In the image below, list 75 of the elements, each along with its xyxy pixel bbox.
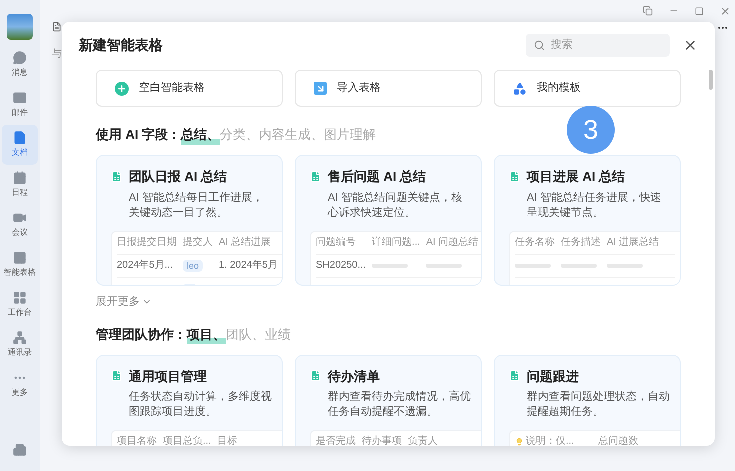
template-card[interactable]: 售后问题 AI 总结 AI 智能总结问题关键点，核心诉求快速定位。 问题编号 详细问题... AI 问题总结 SH20250... <box>295 155 482 286</box>
scrollbar-thumb[interactable] <box>709 70 713 90</box>
card-description: 任务状态自动计算，多维度视图跟踪项目进度。 <box>128 390 273 420</box>
sidebar-item[interactable]: 文档 <box>2 125 38 165</box>
dialog-title: 新建智能表格 <box>79 36 163 54</box>
column-header: 待办事项 <box>362 436 402 446</box>
category-tab[interactable]: 总结、 <box>181 125 220 145</box>
create-option-button[interactable]: 我的模板 <box>494 70 681 107</box>
grid-icon <box>13 291 27 305</box>
document-icon <box>52 22 62 32</box>
sidebar-item[interactable]: 邮件 <box>2 85 38 125</box>
card-description: AI 智能总结问题关键点，核心诉求快速定位。 <box>326 190 464 220</box>
sidebar-item[interactable]: 消息 <box>2 45 38 85</box>
section-heading: 管理团队协作： <box>96 326 187 344</box>
sidebar-item[interactable]: 会议 <box>2 205 38 245</box>
column-header: AI 问题总结 <box>426 236 479 248</box>
column-header: 日报提交日期 <box>117 236 177 248</box>
calendar-icon <box>13 171 27 185</box>
template-card[interactable]: 通用项目管理 任务状态自动计算，多维度视图跟踪项目进度。 项目名称 项目总负... 目标 <box>96 354 283 446</box>
document-icon <box>13 131 27 145</box>
chat-bubble-icon <box>13 51 27 65</box>
video-icon <box>13 211 27 225</box>
column-header: 详细问题... <box>372 236 420 248</box>
search-input[interactable]: 搜索 <box>551 36 651 54</box>
sidebar-item[interactable]: 日程 <box>2 165 38 205</box>
column-header: 负责人 <box>408 436 438 446</box>
card-description: 群内查看问题处理状态，自动提醒超期任务。 <box>526 390 671 420</box>
search-field[interactable]: 搜索 <box>526 34 670 56</box>
card-title: 问题跟进 <box>527 368 579 386</box>
card-description: 群内查看待办完成情况，高优任务自动提醒不遗漏。 <box>327 390 472 420</box>
template-card[interactable]: 团队日报 AI 总结 AI 智能总结每日工作进展，关键动态一目了然。 日报提交日期 提交人 AI 总结进展 2024年5月... leo 1. 2024年5月 <box>96 155 283 286</box>
create-option-button[interactable]: 导入表格 <box>295 70 482 107</box>
column-header: 任务描述 <box>561 236 601 248</box>
table-cell: 2024年5月... <box>117 260 174 272</box>
backdrop-text: 与 <box>52 48 62 62</box>
card-title: 通用项目管理 <box>129 368 207 386</box>
column-header: 提交人 <box>183 236 213 248</box>
name-chip: leo <box>183 260 204 272</box>
card-description: AI 智能总结每日工作进展，关键动态一目了然。 <box>128 190 264 220</box>
sidebar-item[interactable]: 工作台 <box>2 285 38 325</box>
plus-icon <box>115 82 129 96</box>
close-icon[interactable] <box>720 6 731 16</box>
column-header: 项目名称 <box>117 436 157 446</box>
pin-icon[interactable] <box>643 6 653 16</box>
template-card[interactable]: 问题跟进 群内查看问题处理状态，自动提醒超期任务。 说明：仅... 总问题数 <box>494 354 681 446</box>
column-header: 任务名称 <box>515 236 555 248</box>
shapes-icon <box>513 82 527 96</box>
sidebar-item[interactable]: 通讯录 <box>2 325 38 365</box>
section-heading: 使用 AI 字段： <box>96 126 182 144</box>
column-header: 问题编号 <box>316 236 356 248</box>
template-card[interactable]: 项目进展 AI 总结 AI 智能总结任务进展，快速呈现关键节点。 任务名称 任务描述 AI 进展总结 <box>494 155 681 286</box>
sidebar-item[interactable]: 智能表格 <box>2 245 38 285</box>
card-title: 团队日报 AI 总结 <box>129 168 228 186</box>
search-icon <box>534 40 545 50</box>
card-title: 项目进展 AI 总结 <box>527 168 626 186</box>
column-header: AI 总结进展 <box>219 236 272 248</box>
column-header: 项目总负... <box>163 436 212 446</box>
card-title: 售后问题 AI 总结 <box>328 168 426 186</box>
table-cell: SH20250... <box>316 260 366 272</box>
create-option-button[interactable]: 空白智能表格 <box>96 70 283 107</box>
card-title: 待办清单 <box>328 368 380 386</box>
column-header: 说明：仅... <box>526 436 574 446</box>
column-header: 目标 <box>217 436 238 446</box>
org-chart-icon <box>13 331 27 345</box>
table-cell: 1. 2024年5月 <box>219 260 278 272</box>
card-description: AI 智能总结任务进展，快速呈现关键节点。 <box>526 190 662 220</box>
template-card[interactable]: 待办清单 群内查看待办完成情况，高优任务自动提醒不遗漏。 是否完成 待办事项 负责人 <box>295 354 482 446</box>
column-header: 总问题数 <box>598 436 638 446</box>
maximize-icon[interactable] <box>695 6 704 16</box>
column-header: 是否完成 <box>316 436 356 446</box>
column-header: AI 进展总结 <box>607 236 660 248</box>
sidebar-item[interactable]: 更多 <box>2 365 38 405</box>
avatar-placeholder[interactable] <box>7 14 33 40</box>
import-icon <box>314 82 327 95</box>
expand-more-link[interactable]: 展开更多 <box>96 294 152 310</box>
